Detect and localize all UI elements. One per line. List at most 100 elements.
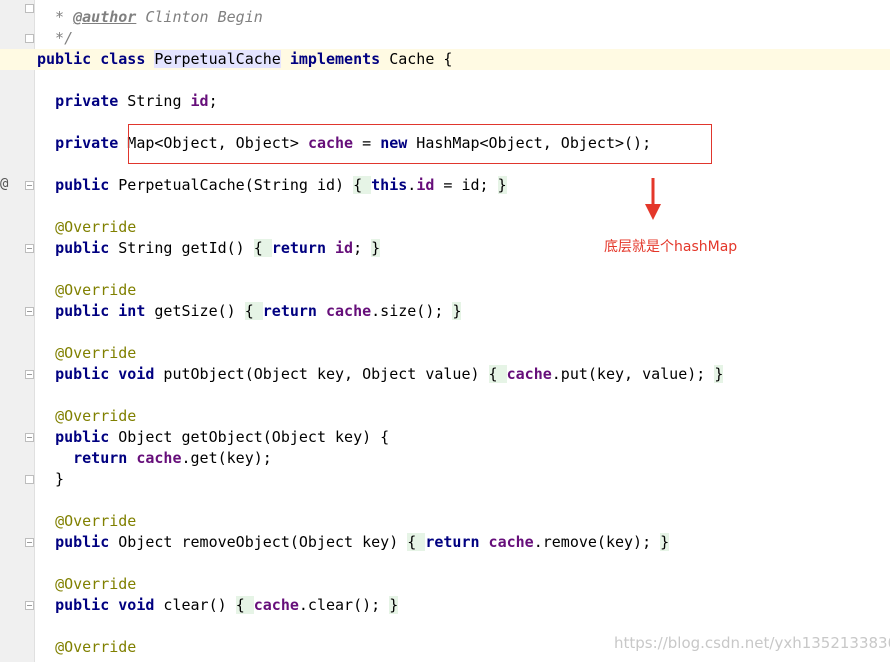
code-line[interactable]: public PerpetualCache(String id) { this.… <box>37 175 507 196</box>
code-line[interactable]: @Override <box>37 217 136 238</box>
fold-marker[interactable] <box>25 307 34 316</box>
code-token: cache <box>488 533 534 551</box>
code-line[interactable]: public int getSize() { return cache.size… <box>37 301 462 322</box>
code-token: { <box>244 302 263 320</box>
code-line[interactable]: public void putObject(Object key, Object… <box>37 364 724 385</box>
code-token: .remove(key); <box>533 533 661 551</box>
override-marker-icon[interactable]: @ <box>0 176 8 192</box>
code-token: void <box>118 596 155 614</box>
code-token: { <box>407 533 426 551</box>
code-line[interactable]: private String id; <box>37 91 218 112</box>
code-line[interactable]: public void clear() { cache.clear(); } <box>37 595 399 616</box>
code-token: this <box>371 176 408 194</box>
annotation-note: 底层就是个hashMap <box>604 239 738 255</box>
code-token: @Override <box>55 407 137 425</box>
fold-marker[interactable] <box>25 538 34 547</box>
code-token: private <box>55 92 119 110</box>
fold-marker[interactable] <box>25 181 34 190</box>
code-line[interactable]: @Override <box>37 637 136 658</box>
fold-marker[interactable] <box>25 244 34 253</box>
fold-marker[interactable] <box>25 4 34 13</box>
code-token: cache <box>326 302 372 320</box>
code-line[interactable]: public Object removeObject(Object key) {… <box>37 532 670 553</box>
code-token: */ <box>37 29 74 47</box>
code-token: public <box>55 176 110 194</box>
code-token: id <box>335 239 354 257</box>
code-token: id <box>416 176 435 194</box>
fold-marker[interactable] <box>25 433 34 442</box>
code-token: } <box>660 533 670 551</box>
code-token: public <box>55 428 110 446</box>
watermark: https://blog.csdn.net/yxh13521338301 <box>614 634 890 652</box>
code-token: } <box>714 365 724 383</box>
fold-marker[interactable] <box>25 475 34 484</box>
code-line[interactable]: @Override <box>37 406 136 427</box>
code-line[interactable]: } <box>37 469 64 490</box>
code-token: { <box>235 596 254 614</box>
code-line[interactable]: return cache.get(key); <box>37 448 272 469</box>
code-token: cache <box>506 365 552 383</box>
code-line[interactable]: public class PerpetualCache implements C… <box>37 49 452 70</box>
code-token: putObject(Object key, Object value) <box>154 365 489 383</box>
editor-gutter <box>0 0 35 662</box>
fold-marker[interactable] <box>25 601 34 610</box>
code-token: cache <box>253 596 299 614</box>
code-line[interactable]: * @author Clinton Begin <box>37 7 263 28</box>
code-token: private <box>55 134 119 152</box>
arrow-down-icon <box>645 178 661 220</box>
fold-marker[interactable] <box>25 34 34 43</box>
code-token: cache <box>136 449 182 467</box>
code-token: public <box>55 365 110 383</box>
code-token: } <box>371 239 381 257</box>
code-token: { <box>253 239 272 257</box>
code-token: id <box>190 92 209 110</box>
code-token: { <box>353 176 372 194</box>
code-token: PerpetualCache <box>154 50 281 68</box>
code-token: Cache { <box>380 50 453 68</box>
code-line[interactable]: public String getId() { return id; } <box>37 238 381 259</box>
code-token: return <box>262 302 317 320</box>
code-token: @Override <box>55 344 137 362</box>
code-line[interactable]: */ <box>37 28 73 49</box>
code-line[interactable]: public Object getObject(Object key) { <box>37 427 389 448</box>
code-token: @Override <box>55 281 137 299</box>
code-token: ; <box>353 239 372 257</box>
code-token: int <box>118 302 146 320</box>
code-token: } <box>452 302 462 320</box>
code-token: public <box>55 596 110 614</box>
code-token: * <box>37 8 74 26</box>
code-token: @author <box>73 8 137 26</box>
fold-marker[interactable] <box>25 370 34 379</box>
code-token: return <box>425 533 480 551</box>
code-token: return <box>73 449 128 467</box>
code-line[interactable]: @Override <box>37 280 136 301</box>
code-token: .size(); <box>371 302 453 320</box>
code-token: public <box>37 50 92 68</box>
code-line[interactable]: @Override <box>37 511 136 532</box>
code-token: Object getObject(Object key) { <box>109 428 390 446</box>
code-line[interactable]: @Override <box>37 343 136 364</box>
code-token: getSize() <box>145 302 245 320</box>
code-token: @Override <box>55 638 137 656</box>
code-token: @Override <box>55 512 137 530</box>
code-token: @Override <box>55 575 137 593</box>
code-token: .get(key); <box>181 449 272 467</box>
code-line[interactable]: @Override <box>37 574 136 595</box>
